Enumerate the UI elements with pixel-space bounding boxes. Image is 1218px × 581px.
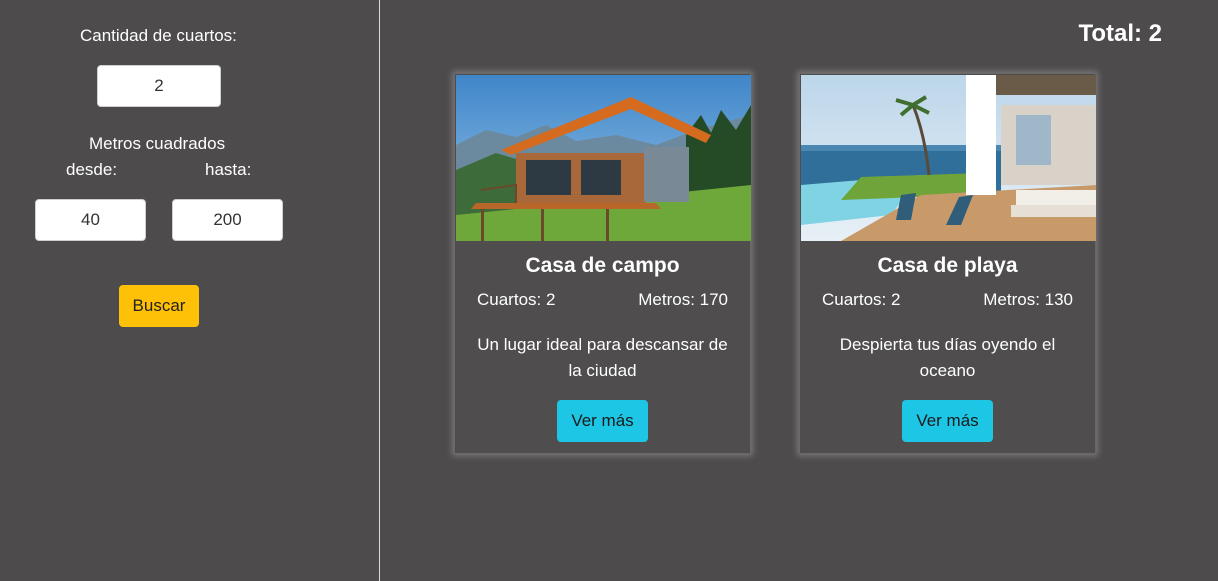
card-meters: Metros: 130: [983, 290, 1073, 309]
app-layout: Cantidad de cuartos: Metros cuadrados de…: [0, 0, 1218, 581]
meters-to-input[interactable]: [172, 199, 283, 241]
property-image-country-house: [456, 75, 751, 241]
property-card: Casa de playa Cuartos: 2 Metros: 130 Des…: [799, 73, 1096, 454]
see-more-button[interactable]: Ver más: [557, 400, 648, 442]
see-more-button[interactable]: Ver más: [902, 400, 993, 442]
rooms-input[interactable]: [97, 65, 221, 107]
card-description: Un lugar ideal para descansar de la ciud…: [477, 335, 728, 380]
card-description: Despierta tus días oyendo el oceano: [839, 335, 1056, 380]
card-rooms: Cuartos: 2: [822, 290, 901, 309]
rooms-label: Cantidad de cuartos:: [80, 26, 237, 45]
search-button[interactable]: Buscar: [119, 285, 199, 327]
card-rooms: Cuartos: 2: [477, 290, 556, 309]
filter-sidebar: Cantidad de cuartos: Metros cuadrados de…: [0, 0, 380, 581]
meters-from-input[interactable]: [35, 199, 146, 241]
property-image-beach-house: [801, 75, 1096, 241]
card-title: Casa de campo: [525, 254, 680, 277]
meters-label: Metros cuadrados: [89, 134, 226, 153]
results-total: Total: 2: [1078, 20, 1162, 47]
card-title: Casa de playa: [877, 254, 1018, 277]
card-meters: Metros: 170: [638, 290, 728, 309]
to-label: hasta:: [205, 160, 252, 179]
property-card: Casa de campo Cuartos: 2 Metros: 170 Un …: [454, 73, 751, 454]
from-label: desde:: [66, 160, 118, 179]
